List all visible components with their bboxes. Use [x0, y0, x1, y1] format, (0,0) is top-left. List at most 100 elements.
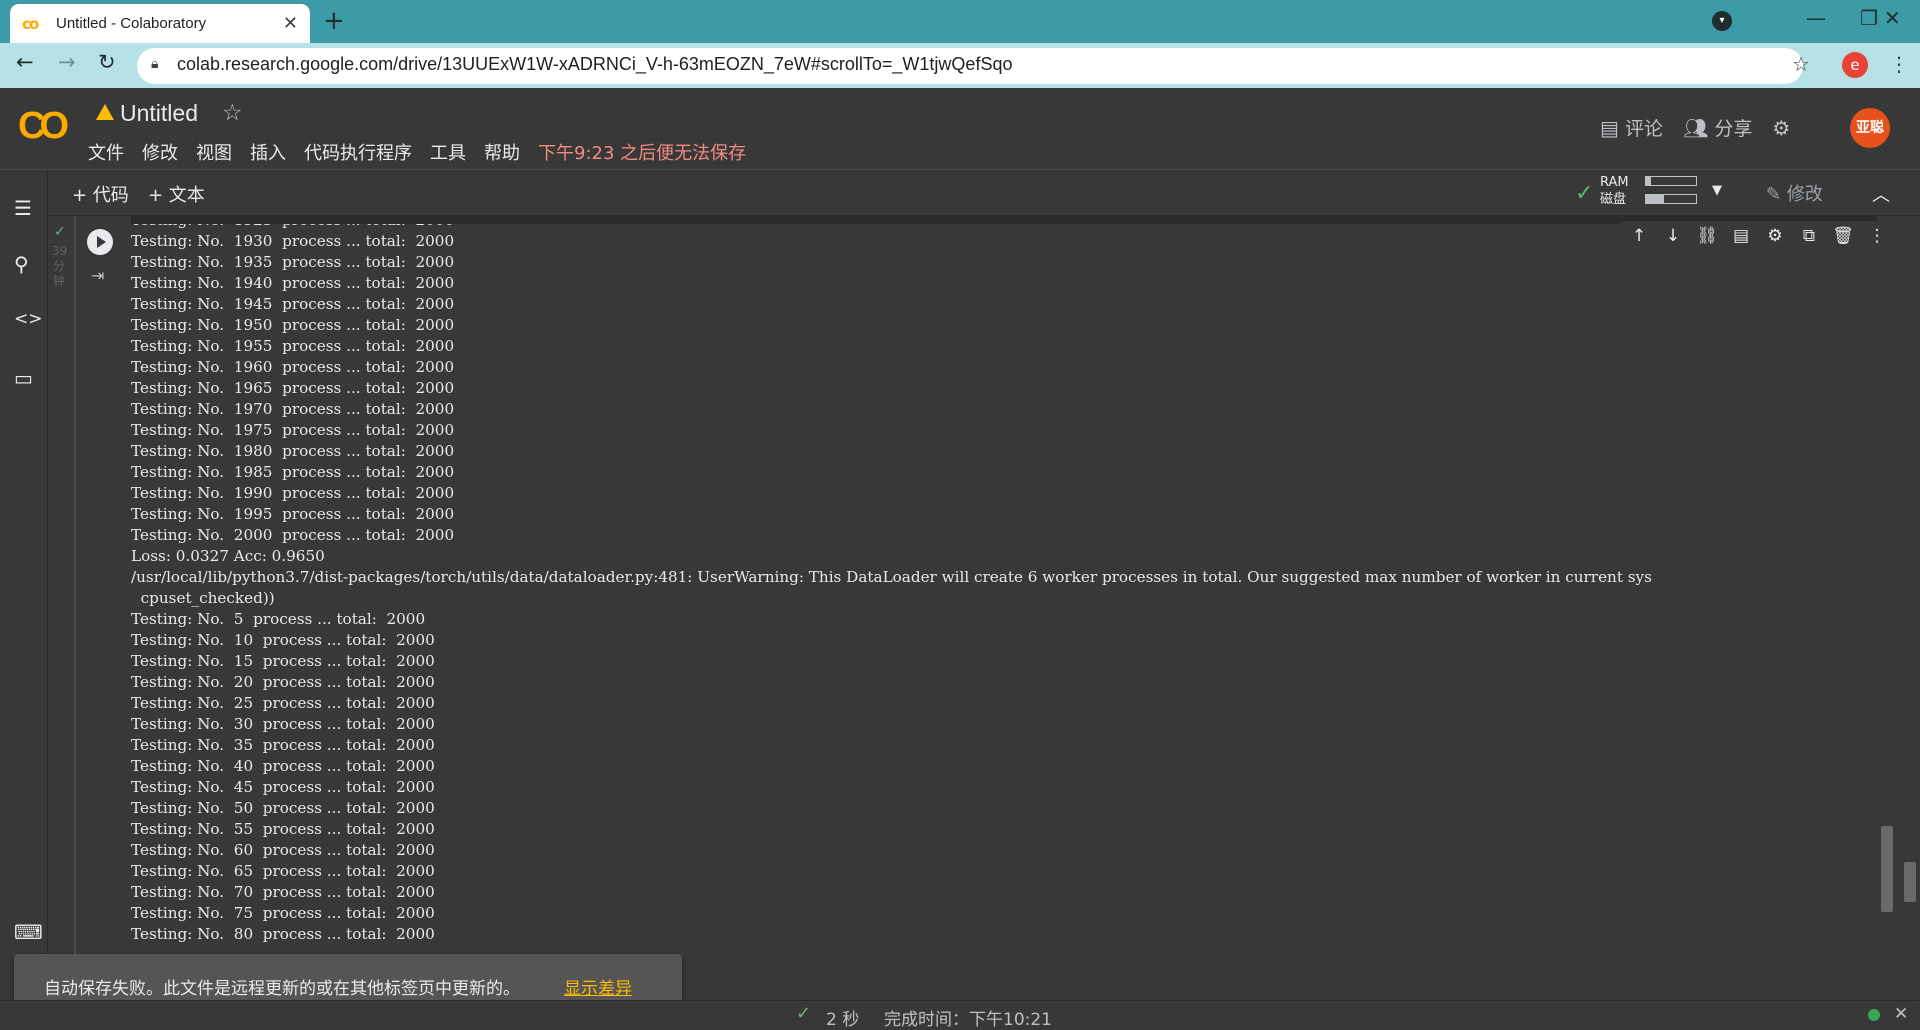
- share-button[interactable]: 👥︎ 分享: [1683, 114, 1752, 141]
- output-line: Testing: No. 1950 process ... total: 200…: [131, 316, 455, 334]
- ram-usage-bar: [1645, 176, 1697, 186]
- completed-time: 完成时间：下午10:21: [884, 1010, 1052, 1030]
- menu-help[interactable]: 帮助: [484, 139, 520, 165]
- output-line: Testing: No. 25 process ... total: 2000: [131, 694, 435, 712]
- disk-usage-bar: [1645, 194, 1697, 204]
- drive-icon: [96, 104, 114, 120]
- colab-logo[interactable]: CO: [18, 105, 69, 148]
- output-line: Testing: No. 40 process ... total: 2000: [131, 757, 435, 775]
- code-snippets-icon[interactable]: <>: [14, 309, 43, 329]
- output-line: Testing: No. 1990 process ... total: 200…: [131, 484, 455, 502]
- menu-file[interactable]: 文件: [88, 139, 124, 165]
- minimize-icon[interactable]: —: [1806, 6, 1826, 30]
- tab-close-icon[interactable]: ✕: [283, 13, 298, 34]
- command-palette-icon[interactable]: ⌨: [14, 920, 43, 944]
- comment-label: 评论: [1624, 118, 1663, 140]
- menu-runtime[interactable]: 代码执行程序: [304, 139, 412, 165]
- output-top-border: [131, 216, 1877, 224]
- output-line: Testing: No. 75 process ... total: 2000: [131, 904, 435, 922]
- toast-message: 自动保存失败。此文件是远程更新的或在其他标签页中更新的。: [44, 979, 520, 999]
- link-icon[interactable]: ⛓: [1696, 226, 1718, 246]
- output-line: Testing: No. 65 process ... total: 2000: [131, 862, 435, 880]
- menu-view[interactable]: 视图: [196, 139, 232, 165]
- output-actions-icon[interactable]: ⇥: [91, 266, 104, 285]
- output-line: Testing: No. 1935 process ... total: 200…: [131, 253, 455, 271]
- files-folder-icon[interactable]: ▭: [14, 366, 33, 390]
- output-line: Testing: No. 55 process ... total: 2000: [131, 820, 435, 838]
- disk-label: 磁盘: [1600, 192, 1627, 207]
- user-avatar[interactable]: 亚聪: [1850, 108, 1890, 148]
- cell-output[interactable]: Testing: No. 1925 process ... total: 200…: [131, 216, 1877, 996]
- output-line: Testing: No. 1995 process ... total: 200…: [131, 505, 455, 523]
- forward-icon[interactable]: →: [58, 50, 76, 74]
- resources-dropdown-icon[interactable]: ▼: [1712, 183, 1722, 198]
- output-line: Testing: No. 20 process ... total: 2000: [131, 673, 435, 691]
- comment-cell-icon[interactable]: ▤: [1730, 226, 1752, 246]
- people-icon: 👥︎: [1682, 116, 1709, 140]
- status-close-icon[interactable]: ✕: [1894, 1004, 1908, 1024]
- output-line: Testing: No. 50 process ... total: 2000: [131, 799, 435, 817]
- output-line: Testing: No. 1940 process ... total: 200…: [131, 274, 455, 292]
- output-line: Testing: No. 1945 process ... total: 200…: [131, 295, 455, 313]
- move-up-icon[interactable]: ↑: [1628, 226, 1650, 246]
- output-line: Testing: No. 80 process ... total: 2000: [131, 925, 435, 943]
- output-line: Testing: No. 60 process ... total: 2000: [131, 841, 435, 859]
- disk-usage-fill: [1646, 195, 1664, 203]
- resource-labels[interactable]: RAM 磁盘: [1600, 174, 1629, 208]
- output-scrollbar-thumb[interactable]: [1881, 826, 1893, 912]
- tab-search-icon[interactable]: ▾: [1712, 11, 1732, 31]
- extension-avatar[interactable]: e: [1842, 52, 1868, 78]
- cell-gutter: [48, 216, 74, 996]
- exec-duration: 2 秒: [826, 1010, 860, 1030]
- table-of-contents-icon[interactable]: ☰: [14, 196, 32, 220]
- add-code-button[interactable]: + 代码: [72, 181, 129, 207]
- browser-menu-icon[interactable]: ⋮: [1889, 52, 1909, 76]
- run-cell-button[interactable]: [87, 229, 113, 255]
- output-line: Testing: No. 70 process ... total: 2000: [131, 883, 435, 901]
- reload-icon[interactable]: ↻: [98, 50, 116, 74]
- add-text-button[interactable]: + 文本: [148, 181, 205, 207]
- bookmark-star-icon[interactable]: ☆: [1792, 52, 1810, 76]
- comment-button[interactable]: ▤ 评论: [1600, 114, 1663, 141]
- save-warning[interactable]: 下午9:23 之后便无法保存: [538, 139, 746, 165]
- maximize-icon[interactable]: ❐: [1860, 6, 1878, 30]
- output-line: Testing: No. 1980 process ... total: 200…: [131, 442, 455, 460]
- lock-icon[interactable]: 🔒︎: [151, 56, 158, 72]
- menu-insert[interactable]: 插入: [250, 139, 286, 165]
- cell-settings-icon[interactable]: ⚙: [1764, 226, 1786, 246]
- menu-edit[interactable]: 修改: [142, 139, 178, 165]
- colab-favicon-icon: co: [22, 14, 39, 33]
- collapse-header-icon[interactable]: ︿: [1872, 181, 1890, 207]
- back-icon[interactable]: ←: [16, 50, 34, 74]
- output-text: Testing: No. 1925 process ... total: 200…: [131, 216, 1877, 945]
- output-line: Testing: No. 1955 process ... total: 200…: [131, 337, 455, 355]
- url-text[interactable]: colab.research.google.com/drive/13UUExW1…: [177, 54, 1012, 75]
- cell-toolbar: ↑ ↓ ⛓ ▤ ⚙ ⧉ 🗑︎ ⋮: [1620, 221, 1896, 251]
- pencil-icon: ✎: [1766, 184, 1782, 205]
- edit-mode-button[interactable]: ✎ 修改: [1766, 180, 1823, 206]
- settings-gear-icon[interactable]: ⚙: [1772, 116, 1790, 140]
- output-line: Testing: No. 30 process ... total: 2000: [131, 715, 435, 733]
- page-scrollbar-thumb[interactable]: [1904, 862, 1916, 902]
- status-check-icon: ✓: [796, 1003, 812, 1024]
- delete-cell-icon[interactable]: 🗑︎: [1832, 226, 1854, 246]
- show-diff-link[interactable]: 显示差异: [564, 974, 632, 999]
- search-icon[interactable]: ⚲: [14, 252, 29, 276]
- output-line: Testing: No. 2000 process ... total: 200…: [131, 526, 455, 544]
- mirror-cell-icon[interactable]: ⧉: [1798, 226, 1820, 246]
- output-line: Testing: No. 1930 process ... total: 200…: [131, 232, 455, 250]
- header-actions: ▤ 评论 👥︎ 分享 ⚙: [1600, 114, 1790, 141]
- move-down-icon[interactable]: ↓: [1662, 226, 1684, 246]
- star-notebook-icon[interactable]: ☆: [222, 100, 243, 126]
- window-close-icon[interactable]: ✕: [1884, 6, 1901, 30]
- notebook-title[interactable]: Untitled: [120, 100, 198, 127]
- output-line: Testing: No. 10 process ... total: 2000: [131, 631, 435, 649]
- menu-tools[interactable]: 工具: [430, 139, 466, 165]
- comment-icon: ▤: [1600, 116, 1619, 140]
- output-line: Testing: No. 15 process ... total: 2000: [131, 652, 435, 670]
- browser-tab[interactable]: co Untitled - Colaboratory ✕: [10, 4, 310, 43]
- output-line: Testing: No. 35 process ... total: 2000: [131, 736, 435, 754]
- tab-title: Untitled - Colaboratory: [56, 15, 207, 32]
- output-line: Loss: 0.0327 Acc: 0.9650: [131, 547, 325, 565]
- new-tab-button[interactable]: +: [323, 6, 345, 36]
